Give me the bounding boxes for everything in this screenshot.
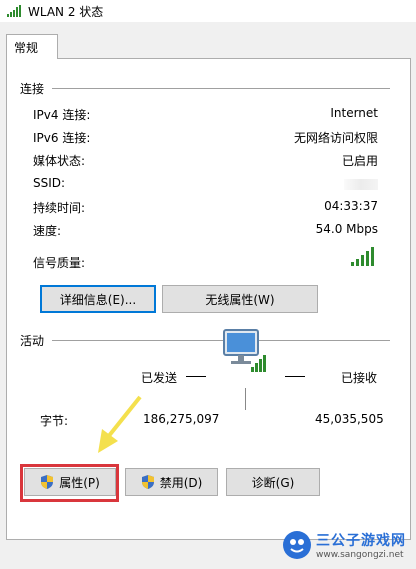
ipv4-label: IPv4 连接: — [33, 108, 91, 122]
highlight-box — [20, 464, 119, 502]
section-divider — [52, 88, 390, 89]
watermark-logo-icon — [283, 530, 311, 559]
disable-button[interactable]: 禁用(D) — [125, 468, 218, 496]
activity-divider — [245, 388, 246, 410]
speed-label: 速度: — [33, 224, 62, 238]
network-computer-icon — [223, 329, 266, 372]
bytes-label: 字节: — [40, 414, 69, 428]
title-bar[interactable]: WLAN 2 状态 — [0, 0, 416, 22]
signal-quality-label: 信号质量: — [33, 256, 86, 270]
received-line — [285, 376, 305, 377]
media-state-label: 媒体状态: — [33, 154, 86, 168]
tab-general[interactable]: 常规 — [6, 34, 58, 59]
speed-value: 54.0 Mbps — [315, 222, 378, 236]
section-title-activity: 活动 — [20, 334, 45, 348]
ssid-label: SSID: — [33, 176, 66, 190]
media-state-value: 已启用 — [341, 154, 378, 168]
disable-button-label: 禁用(D) — [159, 475, 203, 490]
window-title: WLAN 2 状态 — [28, 5, 104, 19]
wireless-properties-button[interactable]: 无线属性(W) — [162, 285, 318, 313]
annotation-arrow-icon — [98, 395, 142, 453]
watermark-name: 三公子游戏网 — [316, 532, 406, 549]
bytes-sent-value: 186,275,097 — [143, 412, 220, 426]
ipv4-value: Internet — [330, 106, 378, 120]
duration-label: 持续时间: — [33, 201, 86, 215]
bytes-received-value: 45,035,505 — [315, 412, 384, 426]
sent-label: 已发送 — [141, 371, 178, 385]
details-button[interactable]: 详细信息(E)... — [40, 285, 156, 313]
duration-value: 04:33:37 — [324, 199, 378, 213]
signal-strength-icon — [351, 247, 374, 266]
site-watermark: 三公子游戏网 www.sangongzi.net — [272, 520, 416, 569]
uac-shield-icon — [141, 475, 154, 489]
wifi-signal-icon — [7, 5, 21, 17]
section-title-connection: 连接 — [20, 82, 45, 96]
ipv6-label: IPv6 连接: — [33, 131, 91, 145]
diagnose-button[interactable]: 诊断(G) — [226, 468, 320, 496]
ssid-value-redacted — [344, 179, 378, 190]
ipv6-value: 无网络访问权限 — [293, 131, 378, 145]
watermark-url: www.sangongzi.net — [316, 549, 404, 560]
sent-line — [186, 376, 206, 377]
received-label: 已接收 — [341, 371, 378, 385]
